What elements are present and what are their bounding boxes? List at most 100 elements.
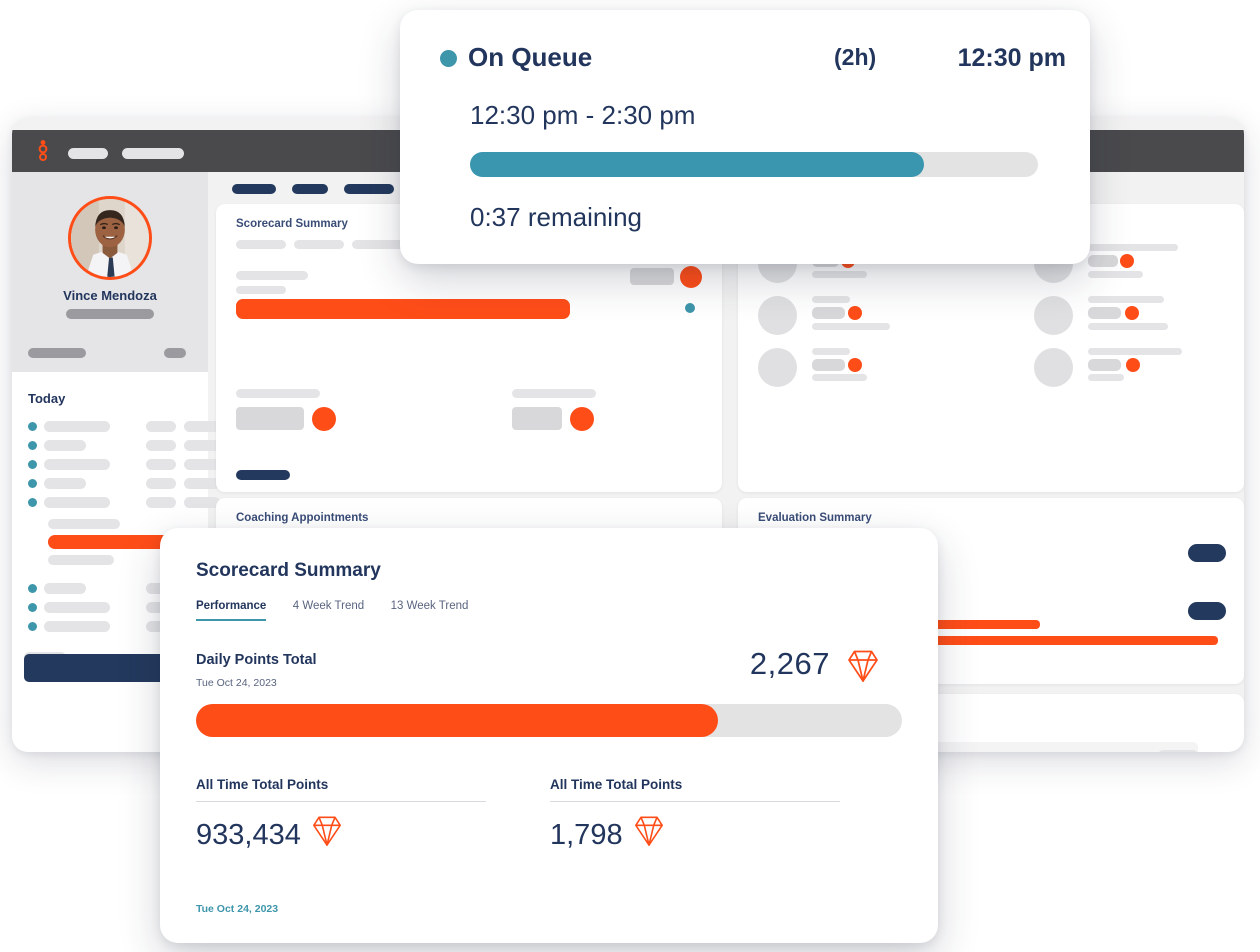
status-dot-icon [28, 441, 37, 450]
evaluation-badge-1[interactable] [1188, 544, 1226, 562]
row-value-placeholder [812, 307, 845, 319]
on-queue-card: On Queue (2h) 12:30 pm 12:30 pm - 2:30 p… [400, 10, 1090, 264]
daily-points-progress-fill [196, 704, 719, 737]
row-sub-placeholder [812, 271, 867, 278]
gem-icon [680, 266, 702, 288]
list-item-value-placeholder [146, 421, 176, 432]
gem-icon [1120, 254, 1134, 268]
list-item-value-placeholder [146, 478, 176, 489]
screenshot-stage: Vince Mendoza Today Scorecard Summary Co… [0, 0, 1260, 952]
tab-4-week-trend[interactable]: 4 Week Trend [293, 600, 364, 619]
all-time-total-value-row-2: 1,798 [550, 814, 840, 856]
gem-icon [311, 814, 343, 856]
metric-progress-bar [236, 299, 570, 319]
gem-icon [1125, 306, 1139, 320]
row-title-placeholder [1088, 348, 1182, 355]
avatar [758, 296, 797, 335]
on-queue-duration: (2h) [834, 44, 877, 70]
on-queue-progress-fill [470, 152, 925, 177]
all-time-total-label-1: All Time Total Points [196, 777, 486, 802]
list-item-label-placeholder [44, 497, 110, 508]
row-sub-placeholder [1088, 271, 1143, 278]
gem-icon [312, 407, 336, 431]
list-item-label-placeholder [44, 583, 86, 594]
panel-title: Coaching Appointments [236, 512, 369, 524]
on-queue-remaining-label: 0:37 remaining [470, 202, 642, 232]
row-value-placeholder [1088, 307, 1121, 319]
list-item-label-placeholder [44, 459, 110, 470]
sidebar-user-subtitle-placeholder [66, 309, 154, 319]
list-item-label-placeholder [44, 478, 86, 489]
row-sub-placeholder [812, 374, 867, 381]
all-time-total-value-row-1: 933,434 [196, 814, 486, 856]
total-label-placeholder-2 [512, 389, 596, 398]
avatar[interactable] [68, 196, 152, 280]
on-queue-status-label: On Queue [468, 42, 593, 72]
daily-points-date: Tue Oct 24, 2023 [196, 677, 277, 689]
row-sub-placeholder [812, 323, 890, 330]
row-value-placeholder [812, 359, 845, 371]
panel-footer-link[interactable] [236, 470, 290, 480]
active-item-title-placeholder [48, 519, 120, 529]
gem-icon [848, 306, 862, 320]
evaluation-bar-2 [920, 636, 1218, 645]
sidebar-user-name: Vince Mendoza [63, 288, 157, 303]
gem-icon [1126, 358, 1140, 372]
metric-value-placeholder [630, 268, 674, 285]
row-value-placeholder [1088, 359, 1121, 371]
all-time-total-label-2: All Time Total Points [550, 777, 840, 802]
main-nav-tab-2[interactable] [292, 184, 328, 194]
row-title-placeholder [812, 348, 850, 355]
status-dot-icon [685, 303, 695, 313]
all-time-total-points-2: All Time Total Points 1,798 [550, 777, 840, 856]
gem-icon [846, 648, 880, 689]
all-time-total-value-1: 933,434 [196, 818, 301, 851]
all-time-total-points-1: All Time Total Points 933,434 [196, 777, 486, 856]
row-title-placeholder [1088, 296, 1164, 303]
main-nav-tab-3[interactable] [344, 184, 394, 194]
topbar-nav-item-1[interactable] [68, 148, 108, 159]
main-nav-tab-1[interactable] [232, 184, 276, 194]
scorecard-footer-date[interactable]: Tue Oct 24, 2023 [196, 903, 278, 915]
list-item-label-placeholder [44, 421, 110, 432]
scorecard-summary-card: Scorecard Summary Performance 4 Week Tre… [160, 528, 938, 943]
tab-performance[interactable]: Performance [196, 600, 267, 621]
avatar [1034, 296, 1073, 335]
total-value-placeholder-2 [512, 407, 562, 430]
row-title-placeholder [1088, 244, 1178, 251]
active-item-subtitle-placeholder [48, 555, 114, 565]
panel-title: Scorecard Summary [236, 218, 348, 230]
panel-tab-placeholder-1[interactable] [236, 240, 286, 249]
topbar-nav-item-2[interactable] [122, 148, 184, 159]
panel-title: Evaluation Summary [758, 512, 872, 524]
gem-icon [848, 358, 862, 372]
status-dot-icon [28, 460, 37, 469]
list-item-label-placeholder [44, 440, 86, 451]
on-queue-status-dot-icon [440, 50, 457, 67]
list-item-extra-placeholder [184, 421, 220, 432]
metric-label-placeholder [236, 271, 308, 280]
tab-13-week-trend[interactable]: 13 Week Trend [391, 600, 469, 619]
daily-points-progress-track [196, 704, 902, 737]
app-logo-icon[interactable] [32, 138, 54, 164]
metric-date-placeholder [236, 286, 286, 294]
avatar [1034, 348, 1073, 387]
daily-points-value: 2,267 [749, 646, 830, 681]
avatar [758, 348, 797, 387]
all-time-total-value-2: 1,798 [550, 818, 623, 851]
evaluation-bar-1 [920, 620, 1040, 629]
scorecard-title: Scorecard Summary [196, 560, 381, 581]
bottom-panel-button-placeholder[interactable] [1158, 750, 1198, 752]
sidebar-today-label: Today [28, 391, 66, 406]
list-item-label-placeholder [44, 621, 110, 632]
row-value-placeholder [1088, 255, 1118, 267]
list-item-value-placeholder [146, 440, 176, 451]
daily-points-total-label: Daily Points Total [196, 652, 317, 668]
status-dot-icon [28, 479, 37, 488]
sidebar-meta-right-placeholder [164, 348, 186, 358]
panel-tab-placeholder-2[interactable] [294, 240, 344, 249]
row-sub-placeholder [1088, 374, 1124, 381]
status-dot-icon [28, 498, 37, 507]
evaluation-badge-2[interactable] [1188, 602, 1226, 620]
scorecard-tabs: Performance 4 Week Trend 13 Week Trend [196, 596, 490, 621]
